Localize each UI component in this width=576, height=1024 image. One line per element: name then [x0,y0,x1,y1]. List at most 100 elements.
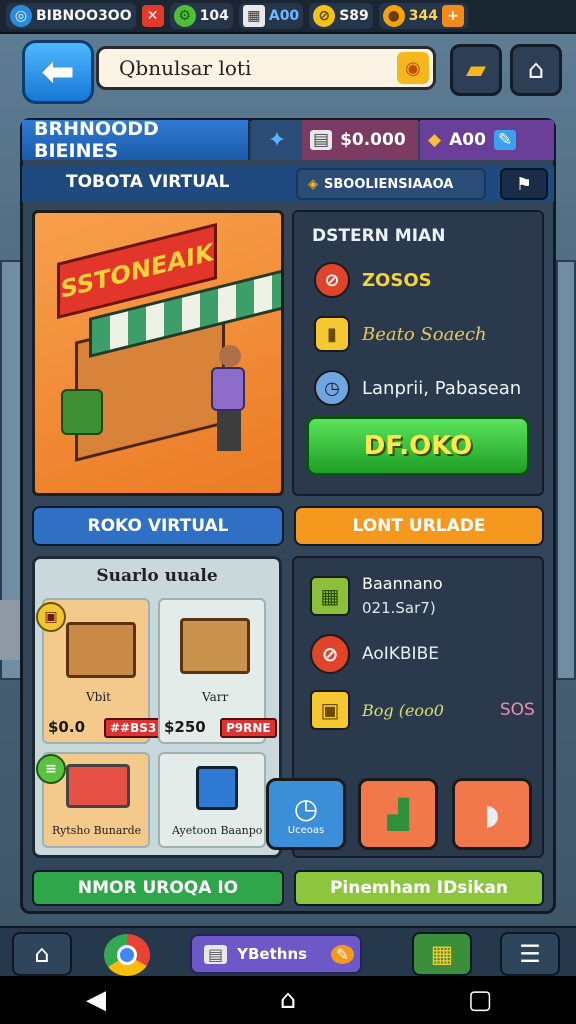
level-stat-value: A00 [449,130,486,150]
no-icon: ⊘ [314,262,350,298]
back-button[interactable]: ⬅ [22,40,94,104]
pencil-icon: ✎ [330,944,354,964]
search-icon[interactable]: ◉ [397,52,429,84]
cash-icon: ▤ [310,130,333,150]
list-row-2[interactable]: ⊘ AoIKBIBE [310,634,439,674]
left-action-button[interactable]: NMOR UROQA IO [32,870,284,906]
gear-icon: ⚙ [173,5,196,27]
chat-badge-icon[interactable]: ≡ [36,754,66,784]
edit-icon[interactable]: ✎ [493,130,517,150]
bird-icon: ✦ [267,127,287,153]
info-row-rating: ▮ Beato Soaech [314,316,487,352]
shopkeeper-figure [211,345,247,455]
shop-button[interactable]: ⌂ [510,44,562,96]
buy-button[interactable]: DF.OKO [306,416,530,476]
item-card-2-label: Varr [202,690,229,704]
store-info-title: DSTERN MIAN [312,226,446,246]
nav-menu[interactable]: ☰ [500,932,560,976]
stopwatch-icon: ◷ [293,792,319,825]
money-value: $0.000 [340,130,406,150]
crate-stack-icon: ▦ [430,940,454,968]
coins-counter[interactable]: ⊘ S89 [309,3,373,29]
flag-button[interactable]: ⚑ [500,168,548,200]
info-row-price: ⊘ ZOSOS [314,262,432,298]
store-icon: ⌂ [527,55,545,85]
plant-box [61,389,103,435]
plus-icon[interactable]: + [442,5,464,27]
shopping-cart-icon [66,764,130,808]
nav-inventory[interactable]: ▦ [412,932,472,976]
gems-value: 104 [199,8,229,24]
tag-icon: ◈ [308,176,318,192]
menu-icon: ☰ [519,940,541,968]
list-row-3-value: SOS [499,700,535,720]
truck-icon: ▰ [466,55,486,85]
nav-browser[interactable] [104,934,150,976]
info-row-rating-text: Beato Soaech [362,323,487,345]
level-counter[interactable]: ▦ A00 [238,3,304,29]
flag-icon: ⚑ [515,173,533,195]
clock-icon: ◷ [314,370,350,406]
account-name: BIBNOO3OO [36,8,132,24]
close-icon[interactable]: ✕ [141,5,164,27]
nav-home[interactable]: ⌂ [12,932,72,976]
money-stat[interactable]: ▤ $0.000 [302,120,418,160]
cart-icon: ▟ [387,797,409,831]
search-text: Qbnulsar loti [119,56,252,80]
level-value: A00 [268,8,300,24]
package-box-icon [180,618,250,674]
browser-icon [117,945,137,965]
items-title: Suarlo uuale [96,566,218,586]
nav-center-label: YBethns [237,945,308,963]
store-illustration: SSTONEAIK [32,210,284,496]
home-icon: ⌂ [34,940,50,968]
coins-value: S89 [339,8,369,24]
info-badge-icon[interactable]: ▣ [36,602,66,632]
cash-register-icon [196,766,238,810]
item-card-1-tag: ##BS3 [104,718,163,738]
store-category-chip[interactable]: ◈ SBOOLIENSIAAOA [296,168,486,200]
twitter-tab[interactable]: ✦ [252,120,302,160]
system-home-icon[interactable]: ⌂ [258,985,318,1015]
item-card-1-price: $0.0 [48,718,86,736]
clock-action-button[interactable]: ◷ Uceoas [266,778,346,850]
system-nav-bar: ◀ ⌂ ▢ [0,976,576,1024]
level-stat[interactable]: ◆ A00 ✎ [420,120,554,160]
vehicle-icon: ◗ [484,797,500,831]
person-head [219,345,241,367]
gold-value: 344 [408,8,438,24]
cup-icon: ▮ [314,316,350,352]
item-card-3-label: Rytsho Bunarde [52,824,142,837]
item-card-4-label: Ayetoon Baanpo [172,824,263,837]
gift-icon: ◆ [428,130,442,150]
list-row-3[interactable]: ▣ Bog (eoo0 SOS [310,690,535,730]
list-row-1[interactable]: ▦ Baannano 021.Sar7) [310,574,443,617]
account-badge[interactable]: ◎ BIBNOO3OO [6,3,136,29]
blocked-icon: ⊘ [310,634,350,674]
status-bar: ◎ BIBNOO3OO ✕ ⚙ 104 ▦ A00 ⊘ S89 ● 344 + [0,0,576,34]
profile-icon: ◎ [10,5,32,27]
clock-action-label: Uceoas [287,825,325,836]
person-legs [217,411,241,451]
right-action-button[interactable]: Pinemham IDsikan [294,870,544,906]
system-recents-icon[interactable]: ▢ [450,985,510,1015]
panel-title: BRHNOODD BIEINES [22,118,250,162]
system-back-icon[interactable]: ◀ [66,985,126,1015]
tab-virtual[interactable]: ROKO VIRTUAL [32,506,284,546]
list-row-1-sub: 021.Sar7) [362,599,436,617]
coin-icon: ⊘ [313,5,336,27]
cart-action-button[interactable]: ▟ [358,778,438,850]
gems-counter[interactable]: ⚙ 104 [169,3,233,29]
vehicle-action-button[interactable]: ◗ [452,778,532,850]
item-card-2-price: $250 [164,718,206,736]
bg-building-right [556,260,576,680]
gift-box-icon [66,622,136,678]
nav-center-tab[interactable]: ▤ YBethns ✎ [190,934,362,974]
item-card-1-label: Vbit [86,690,112,704]
search-bar[interactable]: Qbnulsar loti ◉ [96,46,436,90]
person-torso [211,367,245,411]
tab-upgrade[interactable]: LONT URLADE [294,506,544,546]
calendar-icon: ▦ [242,5,265,27]
delivery-button[interactable]: ▰ [450,44,502,96]
gold-counter[interactable]: ● 344 + [378,3,468,29]
